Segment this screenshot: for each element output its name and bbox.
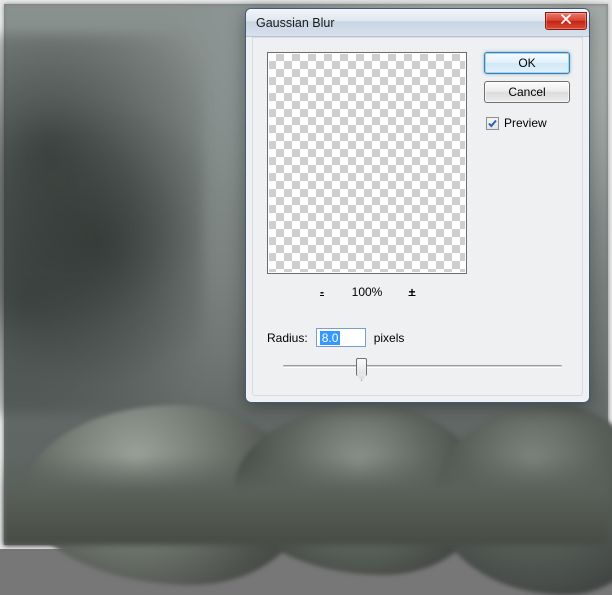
- slider-thumb[interactable]: [356, 358, 367, 376]
- radius-value: 8.0: [320, 331, 341, 345]
- zoom-in-button[interactable]: +: [401, 284, 423, 300]
- radius-slider[interactable]: [283, 356, 562, 376]
- radius-row: Radius: 8.0 pixels: [267, 328, 404, 347]
- radius-input[interactable]: 8.0: [316, 328, 366, 347]
- zoom-controls: - 100% +: [267, 282, 467, 302]
- slider-track: [283, 365, 562, 368]
- zoom-percent-label: 100%: [347, 285, 387, 299]
- cancel-button-label: Cancel: [508, 85, 545, 99]
- ok-button[interactable]: OK: [484, 52, 570, 74]
- radius-label: Radius:: [267, 331, 308, 345]
- zoom-out-button[interactable]: -: [311, 284, 333, 300]
- plus-icon: +: [408, 285, 415, 299]
- dialog-title: Gaussian Blur: [256, 16, 545, 30]
- close-button[interactable]: [545, 12, 587, 30]
- rock-shape: [4, 455, 608, 545]
- close-icon: [561, 14, 571, 27]
- gaussian-blur-dialog: Gaussian Blur - 100% + OK Cancel: [245, 8, 590, 403]
- preview-checkbox-label: Preview: [504, 116, 547, 130]
- minus-icon: -: [320, 285, 324, 299]
- dialog-buttons-column: OK Cancel Preview: [484, 52, 570, 130]
- preview-checkbox[interactable]: [486, 117, 499, 130]
- radius-unit-label: pixels: [374, 331, 405, 345]
- preview-canvas[interactable]: [267, 52, 467, 274]
- dialog-body: - 100% + OK Cancel Preview: [252, 37, 583, 396]
- dialog-titlebar[interactable]: Gaussian Blur: [246, 9, 589, 37]
- ok-button-label: OK: [518, 56, 535, 70]
- check-icon: [487, 118, 498, 129]
- cancel-button[interactable]: Cancel: [484, 81, 570, 103]
- preview-checkbox-row: Preview: [484, 116, 570, 130]
